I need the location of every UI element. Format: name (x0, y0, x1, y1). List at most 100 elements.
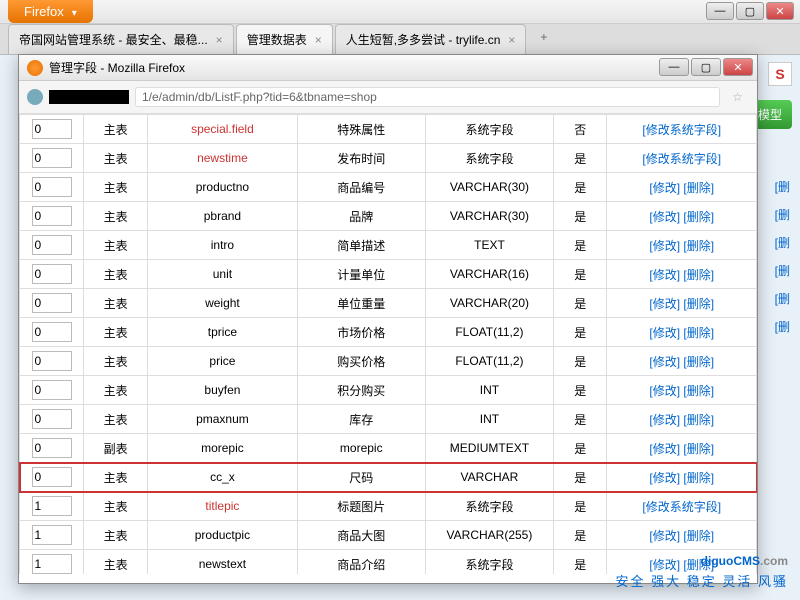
popup-maximize-button[interactable]: ▢ (691, 58, 721, 76)
action-link[interactable]: [删除] (683, 297, 714, 311)
order-input[interactable] (32, 177, 72, 197)
display-name-cell: 发布时间 (297, 144, 425, 173)
action-link[interactable]: [修改] (649, 471, 680, 485)
action-link[interactable]: [删除] (683, 442, 714, 456)
display-name-cell: 商品大图 (297, 521, 425, 550)
actions-cell: [修改系统字段] (607, 144, 757, 173)
tab-0[interactable]: 帝国网站管理系统 - 最安全、最稳...× (8, 24, 234, 54)
order-input[interactable] (32, 119, 72, 139)
background-delete-column: [删 [删 [删 [删 [删 [删 (775, 178, 790, 335)
new-tab-button[interactable]: + (528, 24, 559, 54)
close-icon[interactable]: × (315, 33, 322, 47)
bg-delete-link[interactable]: [删 (775, 262, 790, 279)
extension-badge[interactable]: S (768, 62, 792, 86)
action-link[interactable]: [修改] (649, 239, 680, 253)
firefox-menu-button[interactable]: Firefox (8, 0, 93, 23)
action-link[interactable]: [删除] (683, 471, 714, 485)
action-link[interactable]: [修改系统字段] (642, 500, 721, 514)
action-link[interactable]: [修改] (649, 384, 680, 398)
popup-title-text: 管理字段 - Mozilla Firefox (49, 59, 185, 76)
display-name-cell: 库存 (297, 405, 425, 434)
maximize-button[interactable]: ▢ (736, 2, 764, 20)
order-input[interactable] (32, 380, 72, 400)
table-row: 主表 buyfen 积分购买 INT 是 [修改] [删除] (20, 376, 757, 405)
actions-cell: [修改] [删除] (607, 347, 757, 376)
type-cell: VARCHAR(20) (425, 289, 553, 318)
close-button[interactable]: ✕ (766, 2, 794, 20)
field-name-cell: intro (148, 231, 298, 260)
order-input[interactable] (32, 322, 72, 342)
order-input[interactable] (32, 206, 72, 226)
minimize-button[interactable]: — (706, 2, 734, 20)
action-link[interactable]: [修改系统字段] (642, 152, 721, 166)
action-link[interactable]: [修改] (649, 529, 680, 543)
type-cell: FLOAT(11,2) (425, 347, 553, 376)
actions-cell: [修改系统字段] (607, 115, 757, 144)
action-link[interactable]: [删除] (683, 326, 714, 340)
action-link[interactable]: [删除] (683, 239, 714, 253)
action-link[interactable]: [修改] (649, 297, 680, 311)
bookmark-star-icon[interactable]: ☆ (726, 90, 749, 104)
flag-cell: 是 (554, 318, 607, 347)
popup-titlebar[interactable]: 管理字段 - Mozilla Firefox — ▢ ✕ (19, 55, 757, 81)
action-link[interactable]: [删除] (683, 181, 714, 195)
bg-delete-link[interactable]: [删 (775, 234, 790, 251)
order-input[interactable] (32, 409, 72, 429)
tab-1[interactable]: 管理数据表× (236, 24, 333, 54)
actions-cell: [修改] [删除] (607, 463, 757, 492)
bg-delete-link[interactable]: [删 (775, 178, 790, 195)
field-name-cell: special.field (148, 115, 298, 144)
action-link[interactable]: [删除] (683, 355, 714, 369)
order-input[interactable] (32, 554, 72, 574)
table-cell: 主表 (84, 173, 148, 202)
action-link[interactable]: [删除] (683, 529, 714, 543)
url-field[interactable]: 1/e/admin/db/ListF.php?tid=6&tbname=shop (135, 87, 720, 107)
action-link[interactable]: [修改] (649, 181, 680, 195)
action-link[interactable]: [删除] (683, 413, 714, 427)
action-link[interactable]: [修改系统字段] (642, 123, 721, 137)
field-name-cell: newstime (148, 144, 298, 173)
field-name-cell: buyfen (148, 376, 298, 405)
table-cell: 主表 (84, 347, 148, 376)
bg-delete-link[interactable]: [删 (775, 290, 790, 307)
close-icon[interactable]: × (216, 33, 223, 47)
order-input[interactable] (32, 467, 72, 487)
type-cell: VARCHAR(30) (425, 173, 553, 202)
action-link[interactable]: [修改] (649, 413, 680, 427)
order-input[interactable] (32, 235, 72, 255)
table-cell: 主表 (84, 260, 148, 289)
action-link[interactable]: [修改] (649, 442, 680, 456)
order-input[interactable] (32, 496, 72, 516)
field-name-cell: tprice (148, 318, 298, 347)
order-input[interactable] (32, 264, 72, 284)
popup-minimize-button[interactable]: — (659, 58, 689, 76)
display-name-cell: 商品编号 (297, 173, 425, 202)
action-link[interactable]: [修改] (649, 210, 680, 224)
tab-2[interactable]: 人生短暂,多多尝试 - trylife.cn× (335, 24, 527, 54)
order-input[interactable] (32, 525, 72, 545)
action-link[interactable]: [修改] (649, 268, 680, 282)
action-link[interactable]: [删除] (683, 210, 714, 224)
close-icon[interactable]: × (508, 33, 515, 47)
table-row: 主表 price 购买价格 FLOAT(11,2) 是 [修改] [删除] (20, 347, 757, 376)
order-input[interactable] (32, 148, 72, 168)
action-link[interactable]: [修改] (649, 355, 680, 369)
action-link[interactable]: [删除] (683, 268, 714, 282)
type-cell: MEDIUMTEXT (425, 434, 553, 463)
bg-delete-link[interactable]: [删 (775, 318, 790, 335)
actions-cell: [修改] [删除] (607, 202, 757, 231)
table-cell: 主表 (84, 318, 148, 347)
type-cell: 系统字段 (425, 550, 553, 575)
flag-cell: 是 (554, 289, 607, 318)
action-link[interactable]: [修改] (649, 326, 680, 340)
table-cell: 主表 (84, 463, 148, 492)
fields-table-container[interactable]: 主表 special.field 特殊属性 系统字段 否 [修改系统字段] 主表… (19, 114, 757, 574)
action-link[interactable]: [删除] (683, 384, 714, 398)
order-input[interactable] (32, 438, 72, 458)
popup-close-button[interactable]: ✕ (723, 58, 753, 76)
order-input[interactable] (32, 293, 72, 313)
bg-delete-link[interactable]: [删 (775, 206, 790, 223)
table-row: 主表 newstime 发布时间 系统字段 是 [修改系统字段] (20, 144, 757, 173)
order-input[interactable] (32, 351, 72, 371)
table-row: 主表 intro 简单描述 TEXT 是 [修改] [删除] (20, 231, 757, 260)
